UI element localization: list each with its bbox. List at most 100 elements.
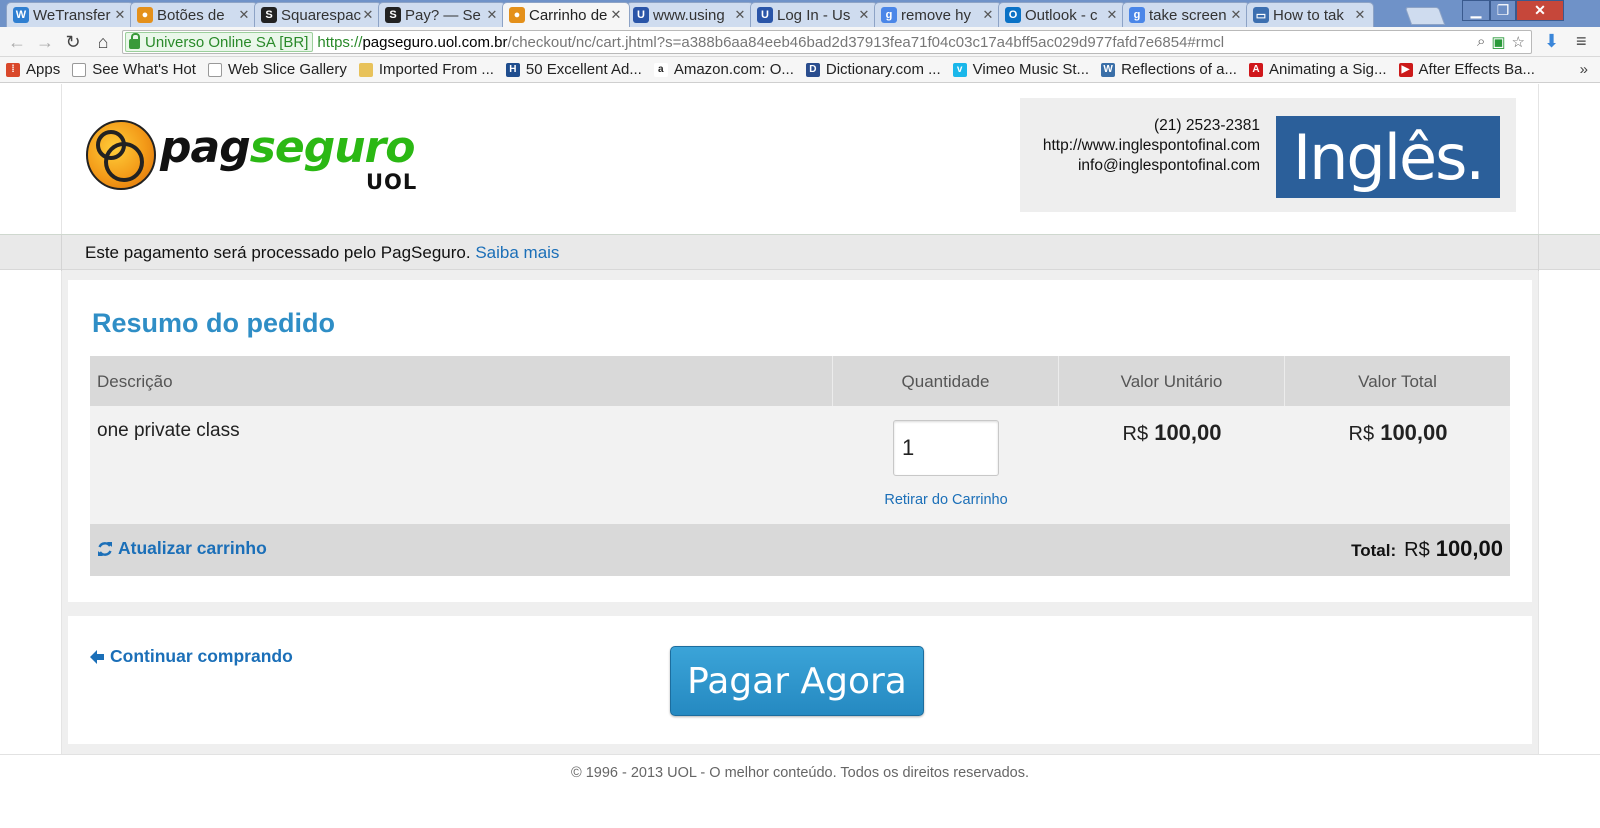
maximize-window-icon[interactable]: ❐ xyxy=(1490,0,1516,21)
ue-icon: U xyxy=(757,7,773,23)
cell-unit-price: R$ 100,00 xyxy=(1058,406,1284,524)
extension-shield-icon[interactable]: ▣ xyxy=(1491,33,1505,51)
close-tab-icon[interactable]: ✕ xyxy=(361,7,375,23)
adobe-icon: A xyxy=(1248,62,1263,77)
order-summary-panel: Resumo do pedido Descrição Quantidade Va… xyxy=(68,280,1532,602)
minimize-window-icon[interactable]: ▁ xyxy=(1462,0,1490,21)
browser-tab[interactable]: U www.using ✕ xyxy=(626,2,754,27)
new-tab-button[interactable] xyxy=(1404,7,1446,25)
close-tab-icon[interactable]: ✕ xyxy=(609,7,623,23)
url-host: pagseguro.uol.com.br xyxy=(362,33,508,51)
browser-tab[interactable]: S Squarespace ✕ xyxy=(254,2,382,27)
bookmark-item[interactable]: Web Slice Gallery xyxy=(207,61,347,78)
address-bar[interactable]: Universo Online SA [BR] https://pagsegur… xyxy=(122,30,1532,54)
close-tab-icon[interactable]: ✕ xyxy=(113,7,127,23)
close-tab-icon[interactable]: ✕ xyxy=(237,7,251,23)
bookmarks-overflow-chevron[interactable]: » xyxy=(1580,61,1588,78)
bookmark-item[interactable]: D Dictionary.com ... xyxy=(805,61,941,78)
bookmark-label: Imported From ... xyxy=(378,61,494,78)
bookmark-item[interactable]: H 50 Excellent Ad... xyxy=(505,61,642,78)
notice-divider xyxy=(61,235,62,271)
browser-tab[interactable]: O Outlook - c ✕ xyxy=(998,2,1126,27)
squarespace-icon: S xyxy=(261,7,277,23)
bookmark-label: Amazon.com: O... xyxy=(673,61,794,78)
close-tab-icon[interactable]: ✕ xyxy=(1229,7,1243,23)
bookmark-label: Vimeo Music St... xyxy=(972,61,1090,78)
pagseguro-icon: ● xyxy=(137,7,153,23)
checkout-header: pagseguro UOL (21) 2523-2381 http://www.… xyxy=(62,84,1538,234)
browser-tab[interactable]: ● Botões de ✕ xyxy=(130,2,258,27)
browser-tab[interactable]: S Pay? — Se ✕ xyxy=(378,2,506,27)
line-total: R$ 100,00 xyxy=(1285,420,1511,446)
remove-from-cart-link[interactable]: Retirar do Carrinho xyxy=(833,492,1059,508)
pagseguro-logo[interactable]: pagseguro UOL xyxy=(86,120,418,194)
merchant-email: info@inglespontofinal.com xyxy=(1077,157,1260,174)
merchant-website: http://www.inglespontofinal.com xyxy=(1042,137,1260,154)
merchant-box: (21) 2523-2381 http://www.inglespontofin… xyxy=(1020,98,1516,212)
close-tab-icon[interactable]: ✕ xyxy=(485,7,499,23)
bookmark-item[interactable]: v Vimeo Music St... xyxy=(952,61,1090,78)
browser-tab[interactable]: g take screen ✕ xyxy=(1122,2,1250,27)
quantity-input[interactable] xyxy=(893,420,999,476)
cell-total-price: R$ 100,00 xyxy=(1284,406,1510,524)
bookmark-item[interactable]: ⁞ Apps xyxy=(6,61,60,78)
close-window-icon[interactable]: ✕ xyxy=(1516,0,1564,21)
browser-toolbar: ← → ↻ ⌂ Universo Online SA [BR] https://… xyxy=(0,27,1600,57)
close-tab-icon[interactable]: ✕ xyxy=(981,7,995,23)
logo-uol: UOL xyxy=(366,170,418,194)
tab-title: take screen xyxy=(1149,6,1227,24)
bookmark-label: After Effects Ba... xyxy=(1418,61,1535,78)
download-arrow-icon[interactable]: ⬇ xyxy=(1544,31,1559,52)
refresh-icon xyxy=(98,541,112,556)
dictionary-icon: D xyxy=(805,62,820,77)
bookmark-item[interactable]: Imported From ... xyxy=(358,61,494,78)
cart-header-row: Descrição Quantidade Valor Unitário Valo… xyxy=(90,356,1510,406)
wetransfer-icon: W xyxy=(13,7,29,23)
bookmark-item[interactable]: W Reflections of a... xyxy=(1101,61,1237,78)
close-tab-icon[interactable]: ✕ xyxy=(1353,7,1367,23)
update-cart-link[interactable]: Atualizar carrinho xyxy=(97,538,267,559)
browser-tab-strip: W WeTransfer ✕ ● Botões de ✕ S Squarespa… xyxy=(0,0,1600,27)
zoom-icon[interactable]: ⌕ xyxy=(1477,33,1485,51)
browser-tab[interactable]: ▭ How to tak ✕ xyxy=(1246,2,1374,27)
merchant-logo-text: Inglês. xyxy=(1292,120,1485,194)
merchant-contact: (21) 2523-2381 http://www.inglespontofin… xyxy=(1043,116,1260,176)
browser-tab[interactable]: U Log In - Us ✕ xyxy=(750,2,878,27)
close-tab-icon[interactable]: ✕ xyxy=(733,7,747,23)
merchant-phone: (21) 2523-2381 xyxy=(1154,117,1260,134)
bookmark-item[interactable]: ▶ After Effects Ba... xyxy=(1398,61,1535,78)
tab-title: How to tak xyxy=(1273,6,1344,24)
bookmark-item[interactable]: a Amazon.com: O... xyxy=(653,61,794,78)
tab-title: Botões de xyxy=(157,6,225,24)
learn-more-link[interactable]: Saiba mais xyxy=(475,243,559,262)
continue-shopping-label: Continuar comprando xyxy=(110,646,293,666)
footer-copyright: © 1996 - 2013 UOL - O melhor conteúdo. T… xyxy=(570,765,1029,781)
bookmark-item[interactable]: See What's Hot xyxy=(72,61,196,78)
forward-arrow-icon[interactable]: → xyxy=(34,31,56,53)
omnibox-icons: ⌕ ▣ ☆ xyxy=(1477,33,1525,51)
home-icon[interactable]: ⌂ xyxy=(92,31,114,53)
back-arrow-icon[interactable]: ← xyxy=(6,31,28,53)
browser-tab[interactable]: W WeTransfer ✕ xyxy=(6,2,134,27)
continue-shopping-link[interactable]: Continuar comprando xyxy=(90,646,293,667)
page-icon xyxy=(207,62,222,77)
pay-now-button[interactable]: Pagar Agora xyxy=(670,646,924,716)
browser-tab-active[interactable]: ● Carrinho de ✕ xyxy=(502,2,630,27)
bookmark-item[interactable]: A Animating a Sig... xyxy=(1248,61,1387,78)
tab-title: WeTransfer xyxy=(33,6,111,24)
reload-icon[interactable]: ↻ xyxy=(62,31,84,53)
bookmark-star-icon[interactable]: ☆ xyxy=(1512,33,1525,51)
column-header-unit-price: Valor Unitário xyxy=(1058,356,1284,406)
unit-price: R$ 100,00 xyxy=(1059,420,1285,446)
bookmark-label: Dictionary.com ... xyxy=(825,61,941,78)
tab-title: Squarespace xyxy=(281,6,361,24)
close-tab-icon[interactable]: ✕ xyxy=(1105,7,1119,23)
browser-tab[interactable]: g remove hy ✕ xyxy=(874,2,1002,27)
google-icon: g xyxy=(881,7,897,23)
pay-now-label: Pagar Agora xyxy=(687,660,907,702)
menu-icon[interactable]: ≡ xyxy=(1576,31,1587,52)
ev-certificate-badge[interactable]: Universo Online SA [BR] xyxy=(125,32,314,52)
google-icon: g xyxy=(1129,7,1145,23)
close-tab-icon[interactable]: ✕ xyxy=(857,7,871,23)
bookmark-label: 50 Excellent Ad... xyxy=(525,61,642,78)
